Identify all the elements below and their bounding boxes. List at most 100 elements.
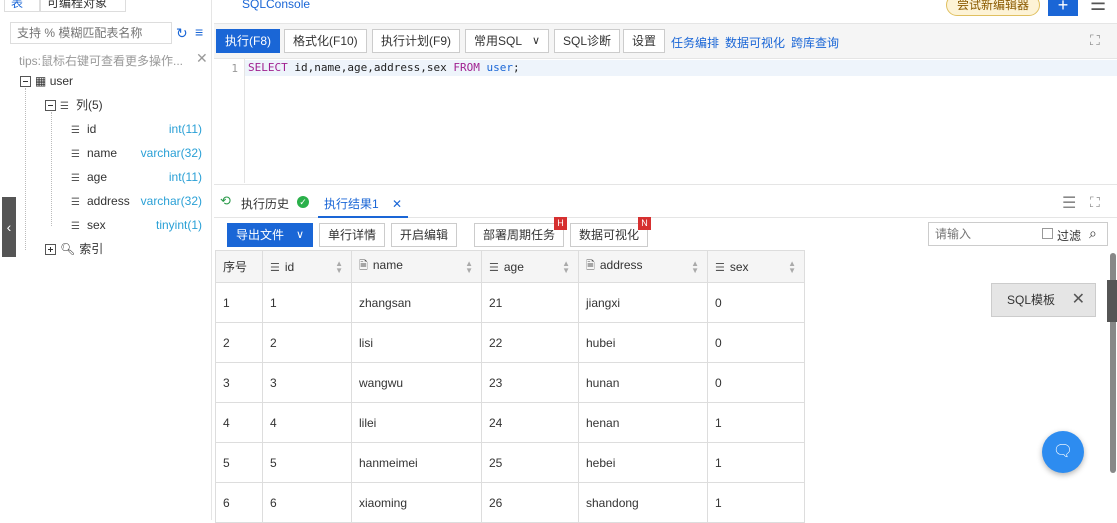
cell[interactable]: 25 xyxy=(481,442,579,483)
tree-node-index[interactable]: 🔍︎ 索引 xyxy=(45,240,103,258)
cell[interactable]: lilei xyxy=(351,402,482,443)
column-item[interactable]: ☰ age int(11) xyxy=(71,168,202,186)
cell[interactable]: wangwu xyxy=(351,362,482,403)
column-item[interactable]: ☰ name varchar(32) xyxy=(71,144,202,162)
cell[interactable]: 6 xyxy=(262,482,352,523)
common-sql-dropdown[interactable]: 常用SQL ∨ xyxy=(465,29,549,53)
tab-tables[interactable]: 表 xyxy=(4,0,40,12)
cell[interactable]: 1 xyxy=(707,442,805,483)
cell[interactable]: 1 xyxy=(707,402,805,443)
cell[interactable]: 0 xyxy=(707,322,805,363)
cell[interactable]: 3 xyxy=(262,362,352,403)
cell[interactable]: hunan xyxy=(578,362,708,403)
cell[interactable]: xiaoming xyxy=(351,482,482,523)
sort-icon[interactable]: ▲ ▼ xyxy=(691,260,699,275)
data-visualization-link[interactable]: 数据可视化 xyxy=(725,34,785,51)
cell[interactable]: 4 xyxy=(215,402,263,443)
cell[interactable]: 22 xyxy=(481,322,579,363)
menu-icon[interactable]: ☰ xyxy=(1062,193,1076,213)
settings-button[interactable]: 设置 xyxy=(623,29,666,53)
cell[interactable]: hanmeimei xyxy=(351,442,482,483)
tab-history[interactable]: 执行历史 xyxy=(241,195,289,212)
template-panel-handle[interactable] xyxy=(1107,280,1117,322)
cell[interactable]: 23 xyxy=(481,362,579,403)
cell[interactable]: jiangxi xyxy=(578,282,708,323)
cell[interactable]: 1 xyxy=(707,482,805,523)
sort-icon[interactable]: ▲ ▼ xyxy=(788,260,796,275)
cell[interactable]: 1 xyxy=(215,282,263,323)
header-address[interactable]: 🗎︎ address ▲ ▼ xyxy=(578,250,708,283)
cell[interactable]: 6 xyxy=(215,482,263,523)
collapse-panel-handle[interactable]: ‹ xyxy=(2,197,16,257)
collapse-icon[interactable] xyxy=(20,76,31,88)
row-detail-button[interactable]: 单行详情 xyxy=(319,223,386,247)
cell[interactable]: shandong xyxy=(578,482,708,523)
cell[interactable]: 0 xyxy=(707,282,805,323)
sql-editor[interactable]: 1 SELECT id,name,age,address,sex FROM us… xyxy=(214,59,1117,183)
sort-icon[interactable]: ▲ ▼ xyxy=(562,260,570,275)
try-new-editor-button[interactable]: 尝试新编辑器 xyxy=(946,0,1041,16)
column-item[interactable]: ☰ id int(11) xyxy=(71,120,202,138)
cell[interactable]: 4 xyxy=(262,402,352,443)
sql-diagnose-button[interactable]: SQL诊断 xyxy=(554,29,621,53)
search-icon[interactable]: ⌕ xyxy=(1089,225,1097,242)
cell[interactable]: 24 xyxy=(481,402,579,443)
close-icon[interactable]: ✕ xyxy=(392,197,402,211)
table-row[interactable]: 4 4 lilei 24 henan 1 xyxy=(215,402,805,443)
cell[interactable]: 2 xyxy=(262,322,352,363)
header-id[interactable]: ☰ id ▲ ▼ xyxy=(262,250,352,283)
collapse-icon[interactable] xyxy=(45,100,56,112)
table-row[interactable]: 1 1 zhangsan 21 jiangxi 0 xyxy=(215,282,805,323)
cell[interactable]: 26 xyxy=(481,482,579,523)
cell[interactable]: 5 xyxy=(215,442,263,483)
cell[interactable]: 1 xyxy=(262,282,352,323)
cell[interactable]: hebei xyxy=(578,442,708,483)
table-search-input[interactable] xyxy=(10,22,172,44)
sql-template-panel[interactable]: SQL模板 ✕ xyxy=(991,283,1096,317)
task-orchestration-link[interactable]: 任务编排 xyxy=(671,34,719,51)
table-row[interactable]: 2 2 lisi 22 hubei 0 xyxy=(215,322,805,363)
explain-plan-button[interactable]: 执行计划(F9) xyxy=(372,29,460,53)
tree-node-columns[interactable]: ☰ 列(5) xyxy=(45,96,103,114)
format-button[interactable]: 格式化(F10) xyxy=(284,29,367,53)
header-age[interactable]: ☰ age ▲ ▼ xyxy=(481,250,579,283)
data-visualization-button[interactable]: 数据可视化 N xyxy=(570,217,652,247)
expand-icon[interactable] xyxy=(45,244,56,256)
run-button[interactable]: 执行(F8) xyxy=(216,29,280,53)
filter-input[interactable] xyxy=(929,223,1039,245)
refresh-icon[interactable]: ↻ xyxy=(176,25,188,42)
column-item[interactable]: ☰ address varchar(32) xyxy=(71,192,202,210)
tab-result-1[interactable]: 执行结果1 ✕ xyxy=(318,185,409,218)
cross-db-query-link[interactable]: 跨库查询 xyxy=(791,34,839,51)
tab-sqlconsole[interactable]: SQLConsole xyxy=(242,0,310,11)
deploy-periodic-task-button[interactable]: 部署周期任务 H xyxy=(474,217,568,247)
add-tab-button[interactable]: + xyxy=(1048,0,1078,16)
tab-programmable-objects[interactable]: 可编程对象 xyxy=(40,0,126,12)
close-icon[interactable]: ✕ xyxy=(196,50,208,67)
cell[interactable]: 0 xyxy=(707,362,805,403)
cell[interactable]: 5 xyxy=(262,442,352,483)
fullscreen-icon[interactable]: ⛶ xyxy=(1090,194,1100,211)
column-item[interactable]: ☰ sex tinyint(1) xyxy=(71,216,202,234)
table-row[interactable]: 3 3 wangwu 23 hunan 0 xyxy=(215,362,805,403)
header-sex[interactable]: ☰ sex ▲ ▼ xyxy=(707,250,805,283)
menu-icon[interactable]: ☰ xyxy=(1090,0,1106,15)
tree-node-table[interactable]: ▦ user xyxy=(20,72,73,90)
filter-checkbox[interactable] xyxy=(1042,228,1053,239)
sort-icon[interactable]: ▲ ▼ xyxy=(335,260,343,275)
cell[interactable]: lisi xyxy=(351,322,482,363)
start-edit-button[interactable]: 开启编辑 xyxy=(391,223,458,247)
header-name[interactable]: 🗎︎ name ▲ ▼ xyxy=(351,250,482,283)
close-icon[interactable]: ✕ xyxy=(1072,284,1085,316)
table-row[interactable]: 6 6 xiaoming 26 shandong 1 xyxy=(215,482,805,523)
sort-icon[interactable]: ▲ ▼ xyxy=(465,260,473,275)
cell[interactable]: 2 xyxy=(215,322,263,363)
cell[interactable]: 3 xyxy=(215,362,263,403)
table-row[interactable]: 5 5 hanmeimei 25 hebei 1 xyxy=(215,442,805,483)
cell[interactable]: 21 xyxy=(481,282,579,323)
export-file-dropdown[interactable]: 导出文件 ∨ xyxy=(227,223,313,247)
fullscreen-icon[interactable]: ⛶ xyxy=(1090,32,1100,49)
code-line[interactable]: SELECT id,name,age,address,sex FROM user… xyxy=(245,60,1117,76)
cell[interactable]: hubei xyxy=(578,322,708,363)
cell[interactable]: zhangsan xyxy=(351,282,482,323)
